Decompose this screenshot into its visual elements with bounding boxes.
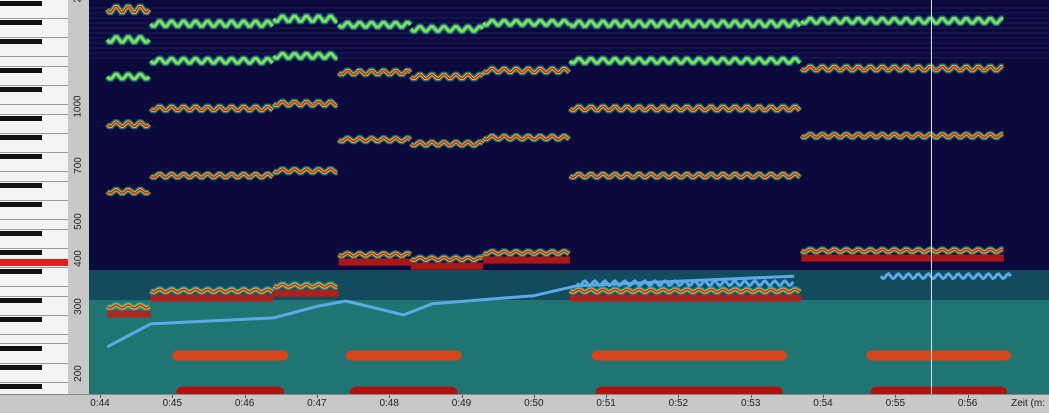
- frequency-tick-label: 300: [72, 298, 84, 315]
- piano-white-key-edge: [0, 266, 68, 268]
- time-tick-label: 0:46: [234, 398, 255, 409]
- piano-white-key-edge: [0, 247, 68, 249]
- piano-white-key-edge: [0, 56, 68, 58]
- time-tick-label: 0:49: [451, 398, 472, 409]
- piano-keyboard: [0, 0, 69, 394]
- piano-white-key-edge: [0, 17, 68, 19]
- piano-white-key-edge: [0, 171, 68, 173]
- piano-black-key: [0, 0, 42, 6]
- piano-white-key-edge: [0, 343, 68, 345]
- fundamental-energy: [569, 294, 802, 302]
- frequency-axis: 20030040050070010002000300050007000: [68, 0, 89, 394]
- fundamental-energy: [107, 310, 151, 318]
- frequency-tick-label: 700: [72, 157, 84, 175]
- piano-black-key: [0, 68, 42, 74]
- piano-white-key-edge: [0, 333, 68, 335]
- time-tick-label: 0:55: [885, 398, 906, 409]
- piano-white-key-edge: [0, 218, 68, 220]
- piano-black-key: [0, 87, 42, 93]
- piano-white-key-edge: [0, 381, 68, 383]
- piano-black-key: [0, 230, 42, 236]
- piano-black-key: [0, 115, 42, 121]
- piano-white-key-edge: [0, 132, 68, 134]
- low-formant: [176, 386, 284, 394]
- spectrogram-canvas: [89, 0, 1049, 394]
- low-formant: [172, 350, 288, 361]
- low-energy-region: [89, 300, 1049, 394]
- piano-white-key-edge: [0, 228, 68, 230]
- frequency-tick-label: 200: [72, 365, 84, 382]
- highlighted-piano-key: [0, 258, 68, 266]
- piano-black-key: [0, 297, 42, 303]
- time-tick-label: 0:51: [596, 398, 616, 409]
- piano-white-key-edge: [0, 314, 68, 316]
- time-tick-label: 0:56: [957, 398, 978, 409]
- time-tick-label: 0:47: [307, 398, 327, 409]
- time-tick-label: 0:53: [740, 398, 761, 409]
- low-formant: [870, 386, 1007, 394]
- piano-white-key-edge: [0, 37, 68, 38]
- piano-black-key: [0, 39, 42, 45]
- fundamental-energy: [483, 256, 570, 264]
- piano-black-key: [0, 202, 42, 208]
- pitch-trace-vibrato: [879, 271, 1012, 281]
- piano-white-key-edge: [0, 286, 68, 287]
- piano-white-key-edge: [0, 151, 68, 153]
- piano-white-key-edge: [0, 295, 68, 297]
- time-tick-label: 0:45: [162, 398, 183, 409]
- fundamental-energy: [801, 254, 1004, 262]
- piano-black-key: [0, 154, 42, 160]
- piano-black-key: [0, 317, 42, 323]
- time-tick-label: 0:52: [668, 398, 689, 409]
- low-formant: [866, 350, 1011, 361]
- time-tick-label: 0:50: [524, 398, 544, 409]
- fundamental-energy: [273, 289, 339, 297]
- piano-white-key-edge: [0, 84, 68, 86]
- fundamental-energy: [410, 262, 484, 270]
- piano-black-key: [0, 20, 42, 26]
- frequency-tick-label: 400: [72, 250, 84, 268]
- low-formant: [591, 350, 787, 361]
- time-tick-label: 0:44: [90, 398, 110, 409]
- piano-white-key-edge: [0, 113, 68, 115]
- time-tick-label: 0:48: [379, 398, 399, 409]
- piano-white-key-edge: [0, 362, 68, 364]
- spectrogram-view[interactable]: [89, 0, 1049, 394]
- frequency-tick-label: 2000: [70, 0, 86, 7]
- piano-black-key: [0, 345, 42, 351]
- low-formant: [595, 386, 783, 394]
- low-formant: [349, 386, 458, 394]
- piano-black-key: [0, 269, 42, 275]
- fundamental-energy: [338, 258, 411, 266]
- piano-black-key: [0, 384, 42, 390]
- piano-black-key: [0, 249, 42, 255]
- piano-white-key-edge: [0, 199, 68, 201]
- axis-corner: [0, 394, 89, 413]
- time-tick-label: 0:54: [813, 398, 833, 409]
- piano-white-key-edge: [0, 180, 68, 182]
- frequency-tick-label: 500: [72, 213, 84, 231]
- piano-black-key: [0, 364, 42, 370]
- fundamental-energy: [150, 294, 274, 302]
- time-unit-label: Zeit (m:: [1011, 398, 1045, 409]
- piano-white-key-edge: [0, 104, 68, 106]
- piano-black-key: [0, 182, 42, 188]
- piano-white-key-edge: [0, 65, 68, 67]
- frequency-tick-label: 1000: [72, 95, 84, 118]
- time-axis: Zeit (m: 0:44 0:45 0:46 0:47 0:48 0:49 0:50 0:5…: [89, 394, 1049, 413]
- low-formant: [345, 350, 462, 361]
- piano-black-key: [0, 135, 42, 141]
